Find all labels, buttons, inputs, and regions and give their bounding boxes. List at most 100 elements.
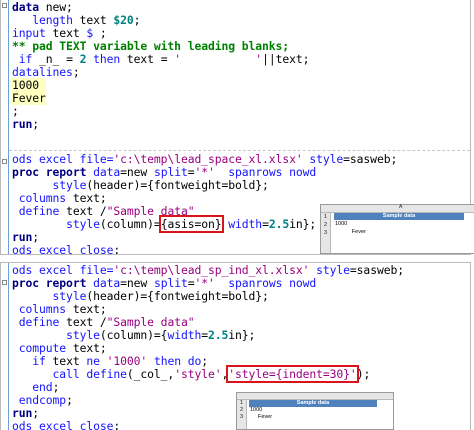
code-token: define	[18, 204, 60, 218]
code-token: text /	[59, 315, 107, 329]
code-token: text;	[66, 341, 107, 355]
cell-fever-indented: Fever	[258, 414, 273, 420]
code-token: "Sample data"	[106, 315, 195, 329]
editor-gutter	[1, 263, 9, 430]
code-token: length	[32, 13, 73, 27]
code-token: if	[32, 354, 46, 368]
code-line: run;	[12, 118, 39, 131]
code-token: (column)={	[99, 328, 168, 342]
code-token: data	[12, 0, 40, 14]
code-token: ;	[133, 13, 141, 27]
code-token: 2.5	[268, 217, 290, 231]
code-token: text	[72, 13, 114, 27]
code-token: ** pad TEXT variable with leading blanks…	[12, 39, 290, 53]
row-number-filler	[321, 237, 331, 253]
excel-output-indent: 1 2 3 Sample data 1000 Fever	[236, 392, 394, 430]
code-token: 2.5	[208, 328, 229, 342]
code-token: _n_ =	[32, 52, 80, 66]
code-token: style	[309, 152, 344, 166]
code-token: text;	[66, 191, 107, 205]
code-line: call define(_col_,'style','style={indent…	[12, 365, 371, 383]
code-token: (_col_,	[126, 367, 175, 381]
code-line: style(column)={asis=on} width=2.5in};	[12, 215, 317, 233]
code-token: (header)={fontweight=bold};	[86, 289, 269, 303]
code-token: 1000	[12, 78, 46, 92]
code-token: );	[356, 367, 371, 381]
code-token: run	[12, 117, 33, 131]
code-token: text =	[120, 52, 175, 66]
code-token: text	[45, 354, 87, 368]
code-token: 'c:\temp\lead_sp_ind_xl.xlsx'	[113, 263, 310, 277]
code-token: (column)=	[99, 217, 161, 231]
code-token: ods excel close	[12, 243, 114, 255]
highlighted-option: 'style={indent=30}'	[226, 365, 359, 383]
code-token: proc report	[12, 165, 87, 179]
code-token: =new	[120, 165, 154, 179]
code-token: datalines	[12, 65, 73, 79]
row-number: 1	[321, 213, 331, 221]
code-token: Fever	[12, 91, 46, 105]
highlighted-option: {asis=on}	[158, 215, 224, 233]
code-token: spanrows nowd	[228, 276, 317, 290]
code-token: run	[12, 230, 33, 244]
code-token: end	[32, 380, 53, 394]
code-token: style	[52, 289, 87, 303]
code-token: style	[66, 217, 100, 231]
code-token: style	[66, 328, 100, 342]
excel-output-asis: A 1 2 3 Sample data 1000 Fever	[320, 204, 474, 254]
code-token: in};	[289, 217, 317, 231]
row-number: 2	[321, 221, 331, 229]
code-token: ;	[93, 26, 107, 40]
sample-data-header: Sample data	[249, 400, 377, 407]
code-token: 'style'	[174, 367, 222, 381]
code-token: =	[201, 328, 208, 342]
column-header-bar	[237, 393, 393, 400]
code-token: ;	[201, 354, 209, 368]
code-token: width	[167, 328, 202, 342]
code-token: =	[262, 217, 269, 231]
code-token: run	[12, 406, 33, 420]
code-token: ;	[66, 393, 73, 407]
code-token: =new	[120, 276, 154, 290]
code-token: data	[93, 276, 121, 290]
code-token: width	[228, 217, 263, 231]
code-token: ;	[32, 230, 40, 244]
code-token: ' '	[174, 52, 263, 66]
collapse-marker-icon[interactable]	[2, 280, 7, 285]
code-token: ne	[86, 354, 100, 368]
section-divider	[9, 150, 470, 151]
code-token: spanrows nowd	[228, 165, 317, 179]
code-token: style	[316, 263, 350, 277]
code-token: =sasweb;	[343, 152, 398, 166]
code-token: ods excel	[12, 152, 80, 166]
code-line: ods excel close;	[12, 244, 120, 255]
row-number: 3	[237, 414, 247, 421]
code-token: ;	[113, 243, 121, 255]
code-token: endcomp	[18, 393, 67, 407]
code-token: ;	[113, 419, 121, 430]
code-token: text /	[59, 204, 107, 218]
code-token: define	[18, 315, 60, 329]
column-letter: A	[399, 204, 403, 210]
code-token: ;	[52, 380, 60, 394]
code-token: (header)={fontweight=bold};	[86, 178, 269, 192]
cell-fever: Fever	[335, 229, 366, 235]
collapse-marker-icon[interactable]	[2, 159, 7, 164]
code-token: ;	[72, 65, 80, 79]
collapse-marker-icon[interactable]	[2, 3, 7, 8]
code-token: proc report	[12, 276, 87, 290]
code-token: compute	[18, 341, 67, 355]
